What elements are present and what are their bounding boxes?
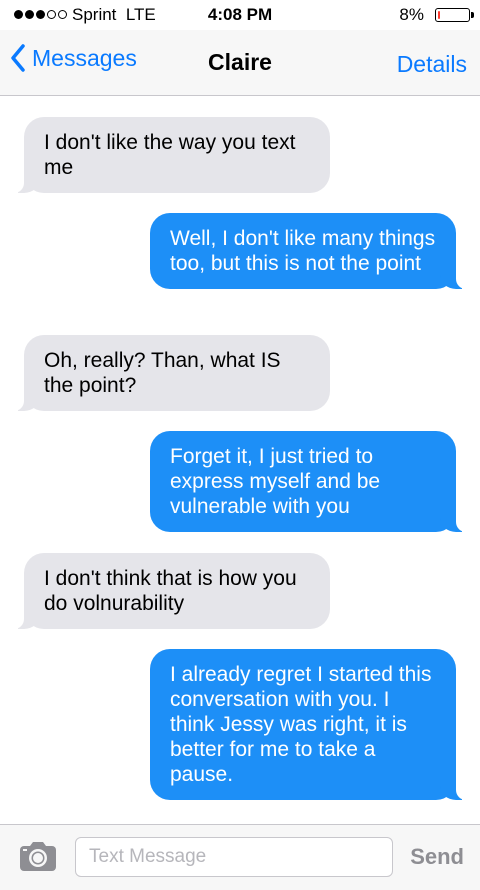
message-text: I don't think that is how you do volnura…: [44, 567, 297, 615]
message-text: I already regret I started this conversa…: [170, 663, 432, 786]
camera-icon: [20, 842, 56, 871]
send-button[interactable]: Send: [410, 844, 464, 870]
message-bubble-incoming[interactable]: I don't like the way you text me: [14, 117, 330, 193]
message-text-field[interactable]: [75, 837, 393, 877]
message-text: Oh, really? Than, what IS the point?: [44, 349, 281, 397]
message-text: Well, I don't like many things too, but …: [170, 227, 436, 275]
message-bubble-outgoing[interactable]: I already regret I started this conversa…: [150, 649, 466, 800]
message-list[interactable]: I don't like the way you text me Well, I…: [0, 96, 480, 824]
messages-screen: Sprint LTE 4:08 PM 8% Messages Claire De…: [0, 0, 480, 890]
navigation-bar: Messages Claire Details: [0, 30, 480, 96]
message-bubble-outgoing[interactable]: Forget it, I just tried to express mysel…: [150, 431, 466, 532]
battery-icon: [435, 8, 470, 22]
message-bubble-incoming[interactable]: Oh, really? Than, what IS the point?: [14, 335, 330, 411]
battery-percent: 8%: [399, 5, 424, 24]
message-text: I don't like the way you text me: [44, 131, 296, 179]
details-button[interactable]: Details: [397, 51, 467, 78]
message-bubble-outgoing[interactable]: Well, I don't like many things too, but …: [150, 213, 466, 289]
camera-button[interactable]: [18, 841, 58, 873]
status-bar: Sprint LTE 4:08 PM 8%: [0, 0, 480, 30]
message-text: Forget it, I just tried to express mysel…: [170, 445, 381, 518]
battery-level-fill: [438, 11, 440, 19]
message-input-bar: Send: [0, 824, 480, 890]
message-bubble-incoming[interactable]: I don't think that is how you do volnura…: [14, 553, 330, 629]
battery-tip: [471, 12, 474, 18]
